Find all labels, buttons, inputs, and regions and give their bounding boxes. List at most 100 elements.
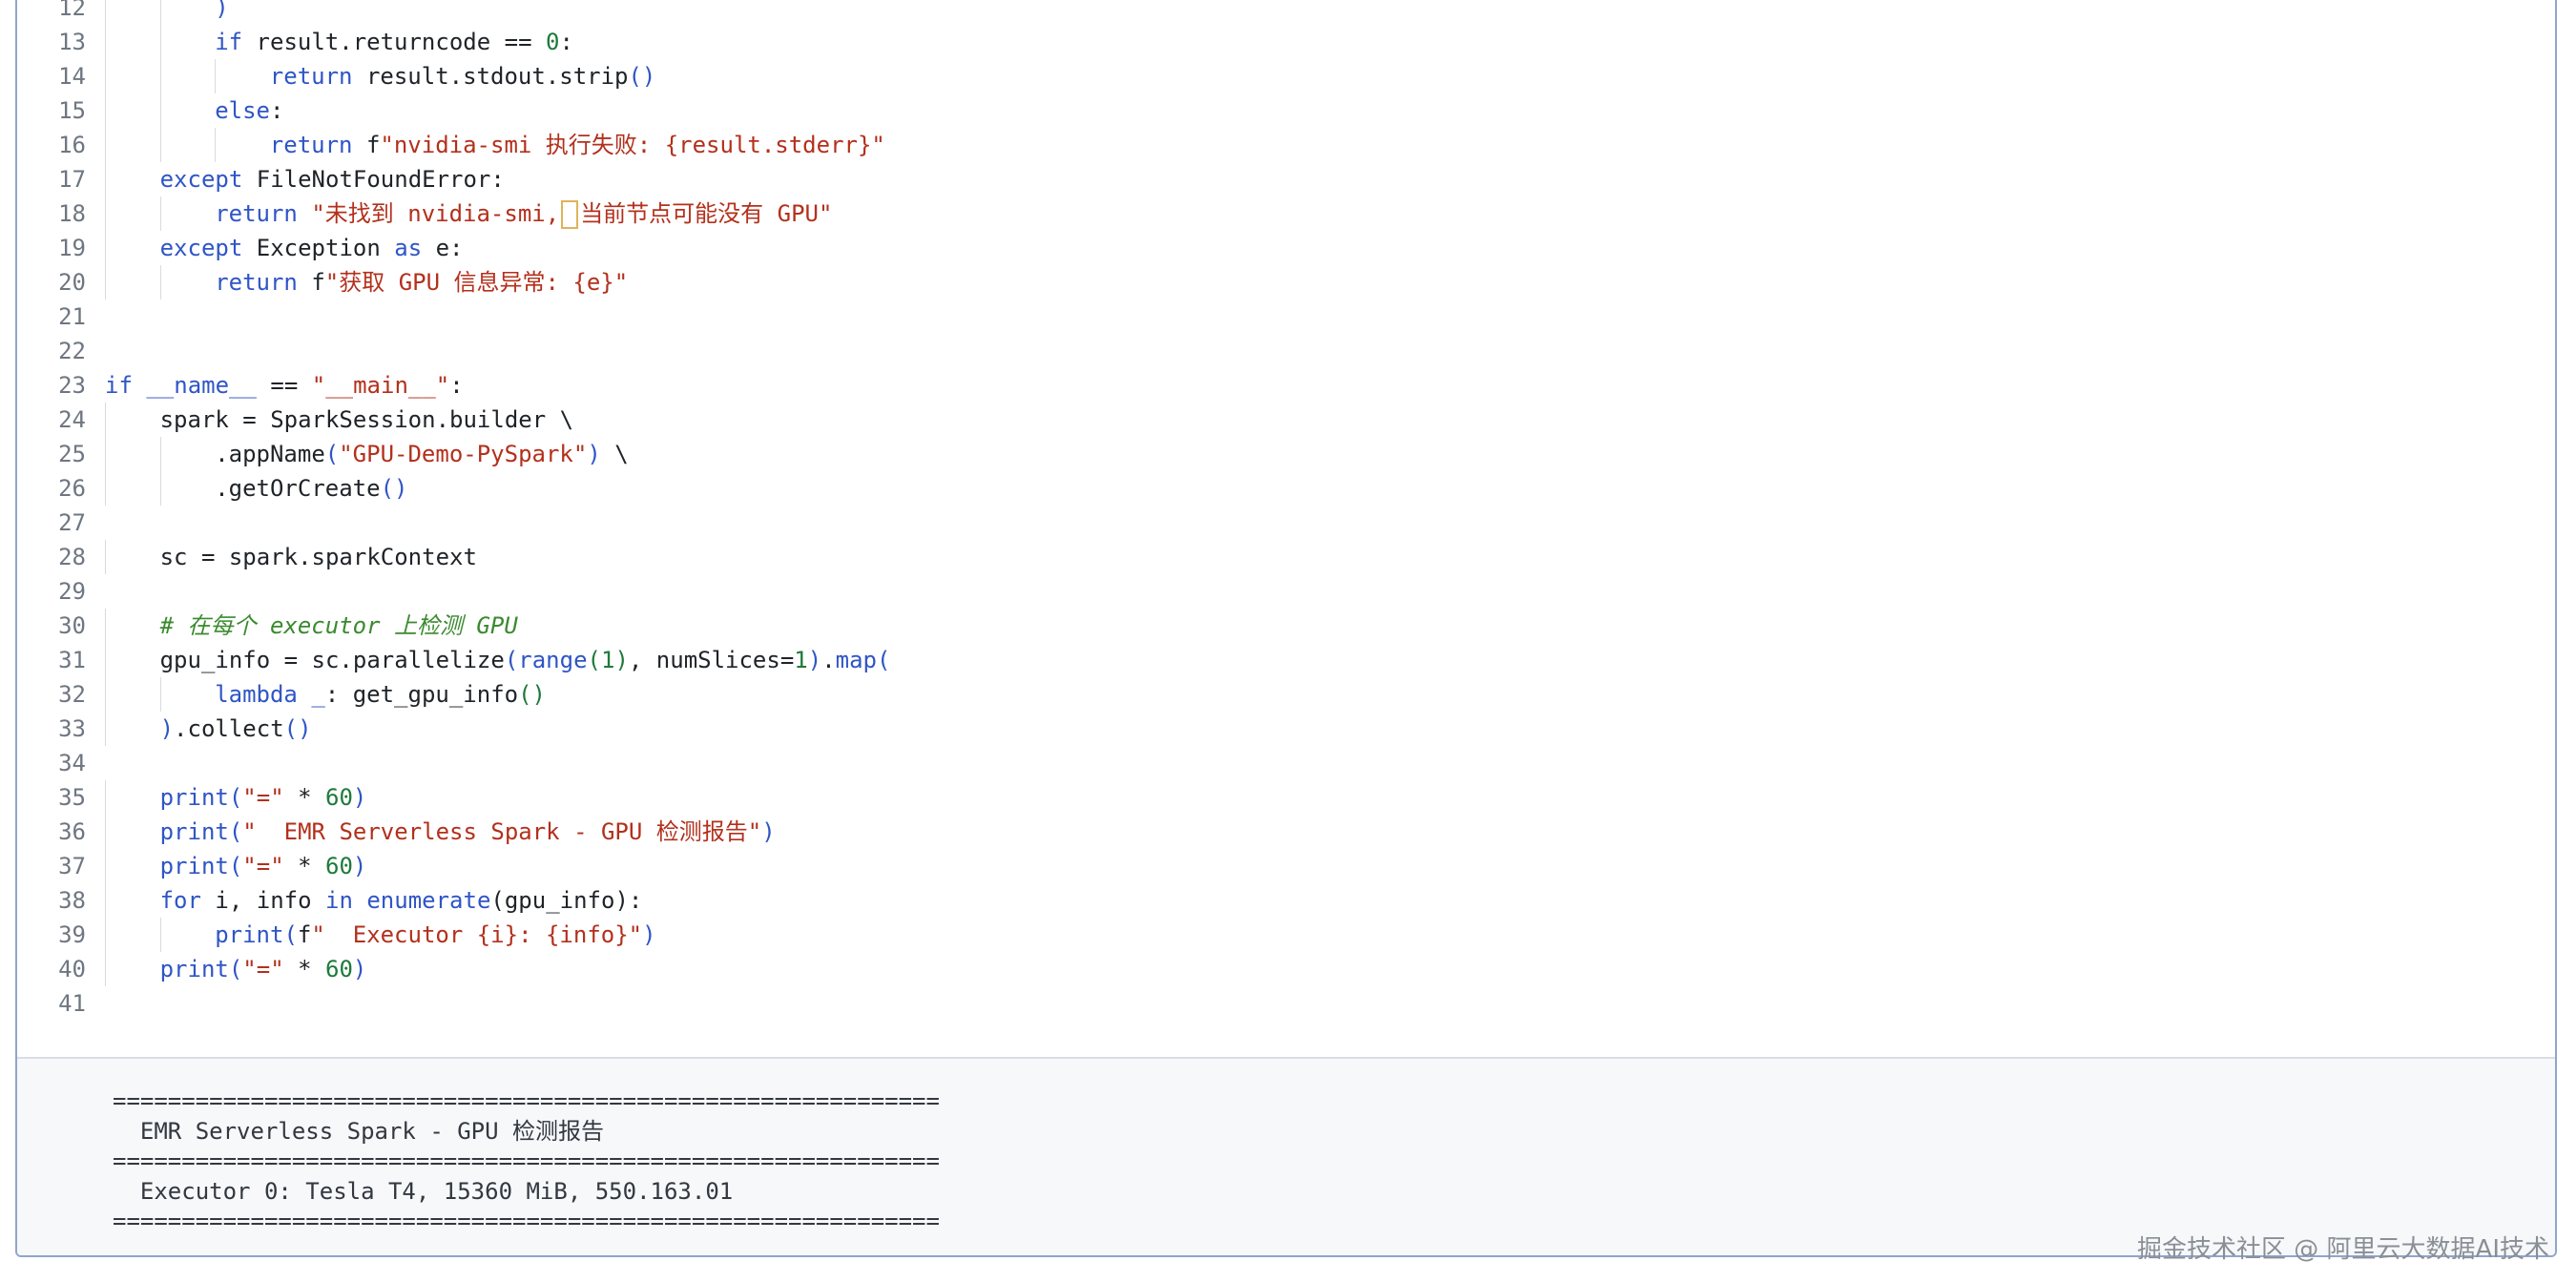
line-number: 23 [58, 372, 86, 399]
indent-guide [105, 540, 106, 574]
code-line[interactable]: 17 except FileNotFoundError: [17, 162, 2555, 196]
indent-guide [105, 403, 106, 437]
indent-guide [105, 93, 106, 128]
line-number: 18 [58, 200, 86, 227]
code-line[interactable]: 13 if result.returncode == 0: [17, 25, 2555, 59]
code-line[interactable]: 22 [17, 334, 2555, 368]
code-editor[interactable]: 12) 13 if result.returncode == 0: 14 return … [17, 0, 2555, 1057]
code-line[interactable]: 20 return f"获取 GPU 信息异常: {e}" [17, 265, 2555, 300]
code-token: ) [159, 715, 175, 742]
line-number: 21 [58, 303, 86, 330]
code-token: i, info [200, 887, 325, 914]
code-line[interactable]: 21 [17, 300, 2555, 334]
indent-guide [105, 231, 106, 265]
code-line[interactable]: 35 print("=" * 60) [17, 780, 2555, 815]
code-token: map [835, 647, 877, 673]
code-line[interactable]: 40 print("=" * 60) [17, 952, 2555, 986]
code-text: .appName("GPU-Demo-PySpark") \ [215, 437, 629, 471]
code-line[interactable]: 23 if __name__ == "__main__": [17, 368, 2555, 403]
code-line[interactable]: 18 return "未找到 nvidia-smi, 当前节点可能没有 GPU" [17, 196, 2555, 231]
line-number: 29 [58, 578, 86, 605]
code-viewer-frame: 12) 13 if result.returncode == 0: 14 return … [15, 0, 2557, 1257]
code-line[interactable]: 30 # 在每个 executor 上检测 GPU [17, 609, 2555, 643]
code-line[interactable]: 33).collect() [17, 712, 2555, 746]
code-line[interactable]: 12) [17, 0, 2555, 25]
code-token: ) [587, 441, 601, 467]
code-token: result.returncode == [242, 29, 546, 55]
line-number: 16 [58, 132, 86, 158]
code-line[interactable]: 36 print(" EMR Serverless Spark - GPU 检测报… [17, 815, 2555, 849]
code-text: return "未找到 nvidia-smi, 当前节点可能没有 GPU" [215, 196, 832, 231]
code-token: ) [614, 647, 629, 673]
code-line[interactable]: 34 [17, 746, 2555, 780]
code-token: ) [642, 921, 656, 948]
code-line[interactable]: 28 sc = spark.sparkContext [17, 540, 2555, 574]
code-line[interactable]: 24 spark = SparkSession.builder \ [17, 403, 2555, 437]
code-text: # 在每个 executor 上检测 GPU [160, 609, 518, 643]
code-text: else: [215, 93, 283, 128]
code-line[interactable]: 19 except Exception as e: [17, 231, 2555, 265]
indent-guide [105, 952, 106, 986]
code-token: f [297, 921, 312, 948]
indent-guide [105, 849, 106, 883]
line-number: 24 [58, 406, 86, 433]
line-number: 13 [58, 29, 86, 55]
code-token: return [269, 132, 353, 158]
code-token: ) [761, 818, 776, 845]
code-text: for i, info in enumerate(gpu_info): [160, 883, 643, 918]
code-token: () [283, 715, 312, 742]
code-text: if result.returncode == 0: [215, 25, 573, 59]
code-token: ) [352, 853, 367, 879]
code-token: "=" [242, 784, 284, 811]
indent-guide [159, 471, 161, 506]
line-number: 15 [58, 97, 86, 124]
code-line[interactable]: 15 else: [17, 93, 2555, 128]
indent-guide [215, 128, 217, 162]
indent-guide [105, 25, 106, 59]
code-token: * [283, 853, 326, 879]
indent-guide [105, 265, 106, 300]
code-line[interactable]: 39 print(f" Executor {i}: {info}") [17, 918, 2555, 952]
code-token: "未找到 nvidia-smi, [311, 200, 560, 227]
code-line[interactable]: 16 return f"nvidia-smi 执行失败: {result.stde… [17, 128, 2555, 162]
execution-output-panel: ========================================… [17, 1057, 2555, 1255]
code-token: e: [422, 235, 464, 261]
code-line[interactable]: 25 .appName("GPU-Demo-PySpark") \ [17, 437, 2555, 471]
code-line[interactable]: 37 print("=" * 60) [17, 849, 2555, 883]
indent-guide [105, 780, 106, 815]
code-token: () [518, 681, 546, 708]
code-text: sc = spark.sparkContext [160, 540, 477, 574]
code-text: gpu_info = sc.parallelize(range(1), numS… [160, 643, 891, 677]
output-line: Executor 0: Tesla T4, 15360 MiB, 550.163… [113, 1177, 734, 1205]
code-token: ) [807, 647, 822, 673]
code-token: __name__ [146, 372, 257, 399]
code-token: except [159, 166, 243, 193]
code-line[interactable]: 29 [17, 574, 2555, 609]
code-token: () [380, 475, 408, 502]
indent-guide [159, 128, 161, 162]
code-line[interactable]: 27 [17, 506, 2555, 540]
code-line[interactable]: 32 lambda _: get_gpu_info() [17, 677, 2555, 712]
line-number: 33 [58, 715, 86, 742]
indent-guide [105, 883, 106, 918]
line-number: 30 [58, 612, 86, 639]
code-token: Exception [242, 235, 395, 261]
indent-guide [105, 677, 106, 712]
code-line[interactable]: 26 .getOrCreate() [17, 471, 2555, 506]
code-token: : [559, 29, 573, 55]
code-line[interactable]: 41 [17, 986, 2555, 1021]
line-number: 22 [58, 338, 86, 364]
code-token: "=" [242, 853, 284, 879]
code-text: ) [215, 0, 228, 25]
code-line[interactable]: 38 for i, info in enumerate(gpu_info): [17, 883, 2555, 918]
code-token: print [215, 921, 284, 948]
code-line[interactable]: 31 gpu_info = sc.parallelize(range(1), nu… [17, 643, 2555, 677]
code-token: if [105, 372, 133, 399]
code-token: result.stdout.strip [352, 63, 629, 90]
indent-guide [105, 643, 106, 677]
code-token: ( [324, 441, 340, 467]
code-line[interactable]: 14 return result.stdout.strip() [17, 59, 2555, 93]
code-token: 60 [325, 853, 353, 879]
